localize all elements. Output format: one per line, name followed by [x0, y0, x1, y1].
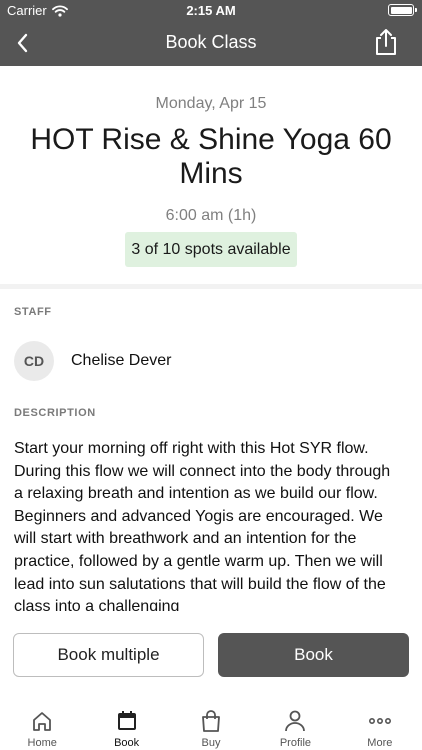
tab-more-label: More [367, 737, 393, 749]
staff-row[interactable]: CD Chelise Dever [14, 340, 171, 381]
description-heading: DESCRIPTION [14, 407, 96, 419]
calendar-icon [117, 711, 136, 730]
tab-buy-label: Buy [201, 737, 221, 749]
shopping-bag-icon [202, 710, 220, 732]
more-icon [368, 718, 391, 725]
profile-icon [285, 710, 306, 732]
tab-profile[interactable]: Profile [253, 700, 337, 750]
staff-name: Chelise Dever [71, 351, 172, 369]
section-divider [0, 284, 422, 289]
class-description: Start your morning off right with this H… [14, 440, 391, 611]
status-time: 2:15 AM [186, 3, 236, 18]
home-icon [33, 712, 52, 731]
share-icon[interactable] [372, 27, 400, 57]
battery-icon [388, 4, 417, 16]
tab-book-label: Book [114, 737, 140, 749]
tab-profile-label: Profile [279, 737, 312, 749]
class-title: HOT Rise & Shine Yoga 60 Mins [30, 123, 392, 190]
staff-heading: STAFF [14, 306, 52, 318]
tab-buy[interactable]: Buy [169, 700, 253, 750]
book-multiple-button[interactable]: Book multiple [13, 633, 204, 677]
class-time: 6:00 am (1h) [165, 207, 257, 224]
page-title: Book Class [165, 32, 257, 52]
tab-more[interactable]: More [338, 700, 422, 750]
tab-home[interactable]: Home [0, 700, 84, 750]
tab-book[interactable]: Book [84, 700, 168, 750]
navigation-bar: Book Class [0, 20, 422, 66]
book-button[interactable]: Book [218, 633, 409, 677]
spots-available-badge: 3 of 10 spots available [125, 232, 297, 267]
tab-bar: Home Book Buy Profile More [0, 700, 422, 750]
staff-avatar: CD [14, 340, 54, 381]
status-bar: Carrier 2:15 AM [0, 0, 422, 20]
tab-home-label: Home [27, 737, 57, 749]
class-header: Monday, Apr 15 HOT Rise & Shine Yoga 60 … [0, 66, 422, 284]
class-date: Monday, Apr 15 [155, 95, 267, 112]
back-arrow-icon[interactable] [10, 29, 38, 57]
